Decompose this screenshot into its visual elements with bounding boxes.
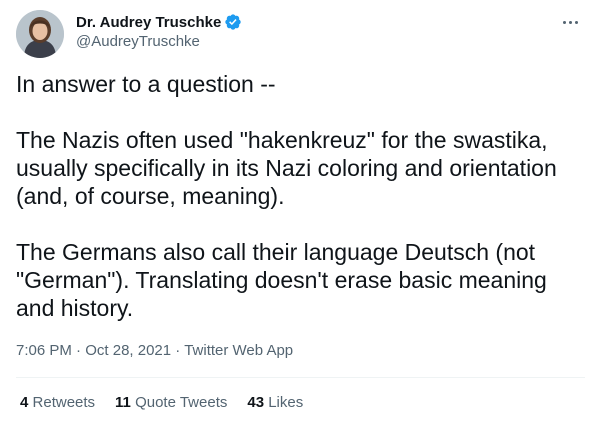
handle[interactable]: @AudreyTruschke [76,33,242,52]
more-options-icon[interactable] [561,14,581,32]
tweet-header: Dr. Audrey Truschke @AudreyTruschke [16,8,585,58]
tweet: Dr. Audrey Truschke @AudreyTruschke In a… [0,0,601,422]
tweet-meta: 7:06 PM · Oct 28, 2021 · Twitter Web App [16,341,293,361]
likes-stat[interactable]: 43 Likes [247,393,303,413]
name-row: Dr. Audrey Truschke [76,12,242,32]
tweet-text: In answer to a question -- The Nazis oft… [16,70,591,322]
tweet-line: (and, of course, meaning). [16,183,285,209]
tweet-line: usually specifically in its Nazi colorin… [16,155,557,181]
likes-label: Likes [268,394,304,411]
avatar-image [16,10,64,58]
quote-tweets-count: 11 [115,394,131,411]
tweet-time: 7:06 PM [16,342,72,359]
tweet-line: and history. [16,295,134,321]
retweets-stat[interactable]: 4 Retweets [20,393,95,413]
tweet-line: The Germans also call their language Deu… [16,239,536,265]
retweets-count: 4 [20,394,29,411]
avatar[interactable] [16,10,64,58]
quote-tweets-stat[interactable]: 11 Quote Tweets [115,393,227,413]
display-name[interactable]: Dr. Audrey Truschke [76,14,221,31]
divider [16,377,585,378]
tweet-line: The Nazis often used "hakenkreuz" for th… [16,127,548,153]
quote-tweets-label: Quote Tweets [135,394,228,411]
tweet-line: In answer to a question -- [16,71,276,97]
meta-separator: · [171,342,185,359]
likes-count: 43 [247,394,265,411]
tweet-time-link[interactable]: 7:06 PM · Oct 28, 2021 [16,342,171,359]
meta-separator: · [71,342,86,359]
tweet-date: Oct 28, 2021 [85,342,172,359]
tweet-stats: 4 Retweets 11 Quote Tweets 43 Likes [20,393,323,413]
verified-badge-icon [225,14,242,30]
tweet-line: "German"). Translating doesn't erase bas… [16,267,547,293]
tweet-source-link[interactable]: Twitter Web App [184,342,293,359]
author-names: Dr. Audrey Truschke @AudreyTruschke [76,12,242,52]
retweets-label: Retweets [32,394,96,411]
